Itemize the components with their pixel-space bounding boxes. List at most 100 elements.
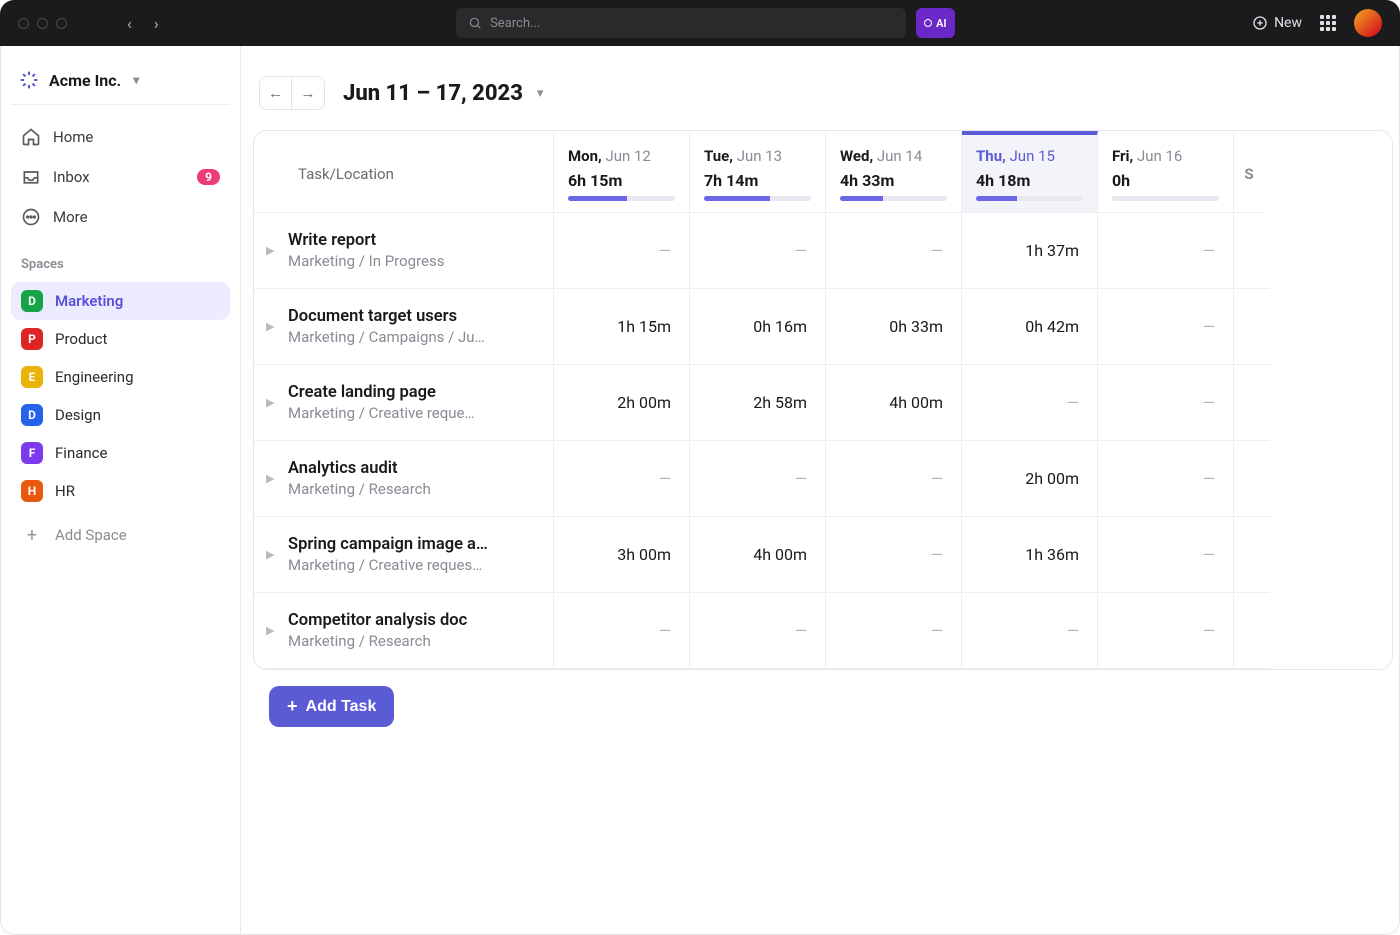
spaces-section-label: Spaces xyxy=(11,239,230,278)
add-space-button[interactable]: + Add Space xyxy=(11,514,230,556)
space-badge: D xyxy=(21,404,43,426)
time-cell[interactable]: 1h 15m xyxy=(554,289,690,365)
sidebar: Acme Inc. ▾ Home Inbox 9 More Spaces DMa… xyxy=(1,46,241,934)
time-cell-overflow xyxy=(1234,517,1270,593)
time-cell[interactable]: — xyxy=(1098,365,1234,441)
day-column-header[interactable]: Fri, Jun 160h xyxy=(1098,131,1234,213)
date-nav: ← → xyxy=(259,76,325,110)
add-task-button[interactable]: + Add Task xyxy=(269,686,394,727)
expand-icon[interactable]: ▶ xyxy=(266,244,280,257)
add-task-label: Add Task xyxy=(306,698,377,716)
time-cell[interactable]: — xyxy=(1098,441,1234,517)
day-column-header[interactable]: Mon, Jun 126h 15m xyxy=(554,131,690,213)
day-column-header[interactable]: Wed, Jun 144h 33m xyxy=(826,131,962,213)
space-item-product[interactable]: PProduct xyxy=(11,320,230,358)
nav-home-label: Home xyxy=(53,128,93,146)
task-cell[interactable]: ▶Competitor analysis docMarketing / Rese… xyxy=(254,593,554,669)
time-cell[interactable]: 2h 00m xyxy=(554,365,690,441)
time-cell[interactable]: — xyxy=(962,593,1098,669)
traffic-close[interactable] xyxy=(18,18,29,29)
time-cell-overflow xyxy=(1234,213,1270,289)
task-row: ▶Create landing pageMarketing / Creative… xyxy=(254,365,1392,441)
inbox-badge: 9 xyxy=(197,169,220,185)
time-cell[interactable]: 1h 36m xyxy=(962,517,1098,593)
nav-more-label: More xyxy=(53,208,88,226)
expand-icon[interactable]: ▶ xyxy=(266,320,280,333)
traffic-minimize[interactable] xyxy=(37,18,48,29)
workspace-switcher[interactable]: Acme Inc. ▾ xyxy=(11,64,230,105)
task-row: ▶Write reportMarketing / In Progress———1… xyxy=(254,213,1392,289)
time-cell[interactable]: — xyxy=(826,593,962,669)
time-cell[interactable]: — xyxy=(1098,289,1234,365)
time-cell[interactable]: — xyxy=(826,213,962,289)
space-badge: D xyxy=(21,290,43,312)
expand-icon[interactable]: ▶ xyxy=(266,624,280,637)
time-cell[interactable]: — xyxy=(690,441,826,517)
task-path: Marketing / Research xyxy=(288,480,431,498)
space-item-design[interactable]: DDesign xyxy=(11,396,230,434)
day-total: 4h 33m xyxy=(840,171,947,190)
time-cell[interactable]: 1h 37m xyxy=(962,213,1098,289)
search-input[interactable]: Search... xyxy=(456,8,906,38)
time-cell[interactable]: 2h 58m xyxy=(690,365,826,441)
nav-home[interactable]: Home xyxy=(11,119,230,155)
time-cell[interactable]: — xyxy=(690,593,826,669)
add-space-label: Add Space xyxy=(55,526,127,544)
time-cell[interactable]: 4h 00m xyxy=(826,365,962,441)
prev-week-button[interactable]: ← xyxy=(260,77,292,109)
time-cell[interactable]: — xyxy=(690,213,826,289)
ai-button[interactable]: AI xyxy=(916,8,955,38)
space-item-marketing[interactable]: DMarketing xyxy=(11,282,230,320)
task-name: Competitor analysis doc xyxy=(288,611,467,630)
time-cell[interactable]: — xyxy=(1098,593,1234,669)
time-cell[interactable]: — xyxy=(554,441,690,517)
time-cell[interactable]: 0h 16m xyxy=(690,289,826,365)
next-week-button[interactable]: → xyxy=(292,77,324,109)
day-total: 6h 15m xyxy=(568,171,675,190)
back-button[interactable]: ‹ xyxy=(127,14,132,33)
expand-icon[interactable]: ▶ xyxy=(266,548,280,561)
time-cell[interactable]: — xyxy=(826,441,962,517)
time-cell[interactable]: 2h 00m xyxy=(962,441,1098,517)
day-progress-bar xyxy=(976,196,1083,201)
new-button[interactable]: New xyxy=(1252,15,1302,31)
time-cell[interactable]: — xyxy=(962,365,1098,441)
space-item-finance[interactable]: FFinance xyxy=(11,434,230,472)
time-cell[interactable]: — xyxy=(1098,517,1234,593)
space-label: HR xyxy=(55,482,75,500)
traffic-maximize[interactable] xyxy=(56,18,67,29)
avatar[interactable] xyxy=(1354,9,1382,37)
expand-icon[interactable]: ▶ xyxy=(266,396,280,409)
inbox-icon xyxy=(21,167,41,187)
nav-inbox-label: Inbox xyxy=(53,168,90,186)
apps-icon[interactable] xyxy=(1320,15,1336,31)
nav-more[interactable]: More xyxy=(11,199,230,235)
time-cell[interactable]: 0h 42m xyxy=(962,289,1098,365)
ai-icon xyxy=(924,19,932,27)
time-cell[interactable]: — xyxy=(826,517,962,593)
day-column-header[interactable]: Thu, Jun 154h 18m xyxy=(962,131,1098,213)
time-cell[interactable]: 0h 33m xyxy=(826,289,962,365)
task-name: Spring campaign image a… xyxy=(288,535,488,554)
chevron-down-icon[interactable]: ▾ xyxy=(537,86,544,101)
task-cell[interactable]: ▶Document target usersMarketing / Campai… xyxy=(254,289,554,365)
time-cell[interactable]: — xyxy=(554,593,690,669)
expand-icon[interactable]: ▶ xyxy=(266,472,280,485)
nav-inbox[interactable]: Inbox 9 xyxy=(11,159,230,195)
space-item-engineering[interactable]: EEngineering xyxy=(11,358,230,396)
more-icon xyxy=(21,207,41,227)
time-cell[interactable]: 3h 00m xyxy=(554,517,690,593)
space-badge: E xyxy=(21,366,43,388)
time-cell[interactable]: — xyxy=(554,213,690,289)
task-cell[interactable]: ▶Analytics auditMarketing / Research xyxy=(254,441,554,517)
time-cell[interactable]: 4h 00m xyxy=(690,517,826,593)
task-name: Document target users xyxy=(288,307,485,326)
task-cell[interactable]: ▶Write reportMarketing / In Progress xyxy=(254,213,554,289)
space-badge: H xyxy=(21,480,43,502)
day-column-header[interactable]: Tue, Jun 137h 14m xyxy=(690,131,826,213)
task-cell[interactable]: ▶Create landing pageMarketing / Creative… xyxy=(254,365,554,441)
task-row: ▶Document target usersMarketing / Campai… xyxy=(254,289,1392,365)
space-item-hr[interactable]: H HR xyxy=(11,472,230,510)
task-cell[interactable]: ▶Spring campaign image a…Marketing / Cre… xyxy=(254,517,554,593)
time-cell[interactable]: — xyxy=(1098,213,1234,289)
